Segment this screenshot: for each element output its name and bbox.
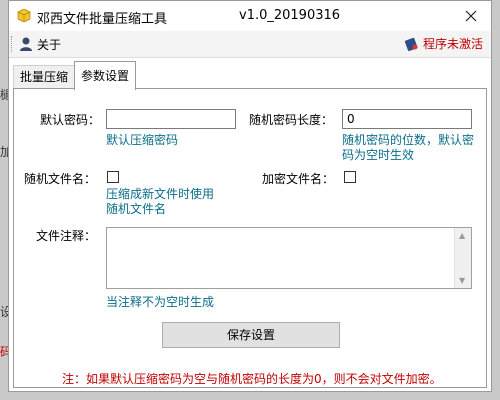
about-label: 关于: [37, 37, 62, 52]
default-password-label: 默认密码：: [40, 113, 101, 127]
background-text-fragment: 设: [0, 305, 13, 319]
activation-status-label: 程序未激活: [422, 37, 483, 51]
scroll-up-icon[interactable]: ▲: [459, 231, 465, 240]
scroll-down-icon[interactable]: ▼: [459, 276, 465, 285]
file-comment-textarea[interactable]: ▲ ▼: [106, 227, 472, 289]
random-password-length-hint-line1: 随机密码的位数，默认密: [342, 133, 475, 147]
settings-panel: 默认密码： 默认压缩密码 随机密码长度： 随机密码的位数，默认密 码为空时生效 …: [13, 88, 487, 388]
random-filename-checkbox[interactable]: [107, 171, 119, 183]
comment-scrollbar[interactable]: ▲ ▼: [454, 228, 471, 288]
warning-note: 注：如果默认压缩密码为空与随机密码的长度为0，则不会对文件加密。: [62, 372, 442, 386]
about-menu-item[interactable]: 关于: [19, 35, 61, 53]
default-password-hint: 默认压缩密码: [106, 133, 179, 147]
save-settings-button[interactable]: 保存设置: [162, 322, 340, 348]
background-text-fragment: 檛: [0, 88, 13, 102]
background-text-fragment: 加: [0, 145, 13, 159]
tab-settings[interactable]: 参数设置: [74, 61, 137, 90]
version-label: v1.0_20190316: [239, 8, 341, 23]
encrypt-filename-label: 加密文件名：: [262, 172, 335, 186]
key-book-icon: [404, 37, 418, 51]
random-password-length-label: 随机密码长度：: [249, 113, 334, 127]
background-text-fragment: 码: [0, 345, 13, 359]
activation-status[interactable]: 程序未激活: [404, 35, 483, 52]
menu-bar: 关于 程序未激活: [9, 31, 491, 58]
random-filename-hint-line2: 随机文件名: [106, 202, 167, 216]
close-icon: [465, 10, 477, 22]
file-comment-hint: 当注释不为空时生成: [106, 295, 215, 309]
tab-batch-compress[interactable]: 批量压缩: [13, 65, 76, 88]
window-title: 邓西文件批量压缩工具: [37, 12, 168, 27]
close-button[interactable]: [459, 4, 483, 28]
title-bar[interactable]: 邓西文件批量压缩工具 v1.0_20190316: [9, 1, 491, 31]
encrypt-filename-checkbox[interactable]: [344, 171, 356, 183]
file-comment-label: 文件注释：: [36, 229, 97, 243]
package-icon: [17, 8, 31, 23]
random-password-length-hint-line2: 码为空时生效: [342, 148, 415, 162]
toolbar-grip[interactable]: [11, 36, 14, 52]
default-password-input[interactable]: [106, 109, 236, 129]
random-password-length-input[interactable]: [342, 109, 472, 129]
app-window: 邓西文件批量压缩工具 v1.0_20190316 关于 程序未激活 批量压缩 参: [8, 0, 492, 392]
random-filename-hint-line1: 压缩成新文件时使用: [106, 187, 215, 201]
person-icon: [20, 37, 32, 51]
random-filename-label: 随机文件名：: [24, 172, 97, 186]
